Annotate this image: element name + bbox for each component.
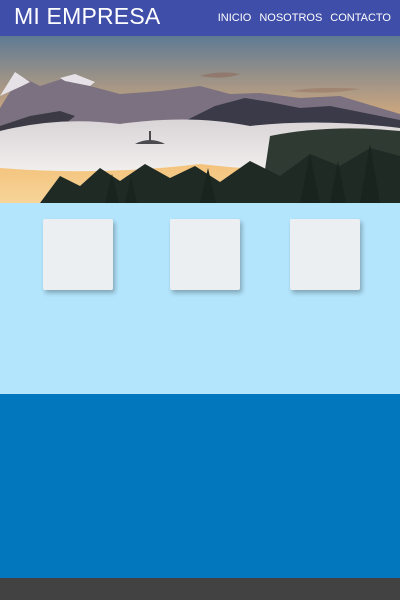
feature-card-1[interactable] <box>43 219 113 290</box>
main-nav: INICIO NOSOTROS CONTACTO <box>218 12 391 24</box>
hero-image <box>0 36 400 203</box>
features-section <box>0 203 400 394</box>
nav-link-inicio[interactable]: INICIO <box>218 12 252 24</box>
content-section <box>0 394 400 578</box>
feature-card-2[interactable] <box>170 219 240 290</box>
top-app-bar: MI EMPRESA INICIO NOSOTROS CONTACTO <box>0 0 400 36</box>
footer <box>0 578 400 600</box>
landscape-illustration <box>0 36 400 203</box>
feature-card-3[interactable] <box>290 219 360 290</box>
nav-link-contacto[interactable]: CONTACTO <box>330 12 391 24</box>
brand-title[interactable]: MI EMPRESA <box>14 3 160 30</box>
nav-link-nosotros[interactable]: NOSOTROS <box>259 12 322 24</box>
